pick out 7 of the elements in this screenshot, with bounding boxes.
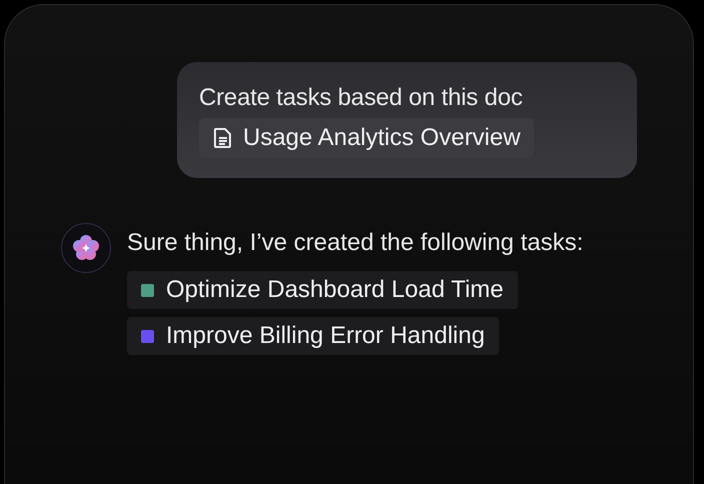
document-attachment[interactable]: Usage Analytics Overview [199, 118, 534, 158]
user-message-text: Create tasks based on this doc [199, 84, 524, 112]
flower-logo-icon [71, 233, 101, 263]
task-chip[interactable]: Optimize Dashboard Load Time [127, 271, 518, 309]
document-icon [213, 127, 233, 149]
assistant-message-text: Sure thing, I’ve created the following tasks: [127, 228, 584, 258]
task-chip[interactable]: Improve Billing Error Handling [127, 317, 499, 355]
